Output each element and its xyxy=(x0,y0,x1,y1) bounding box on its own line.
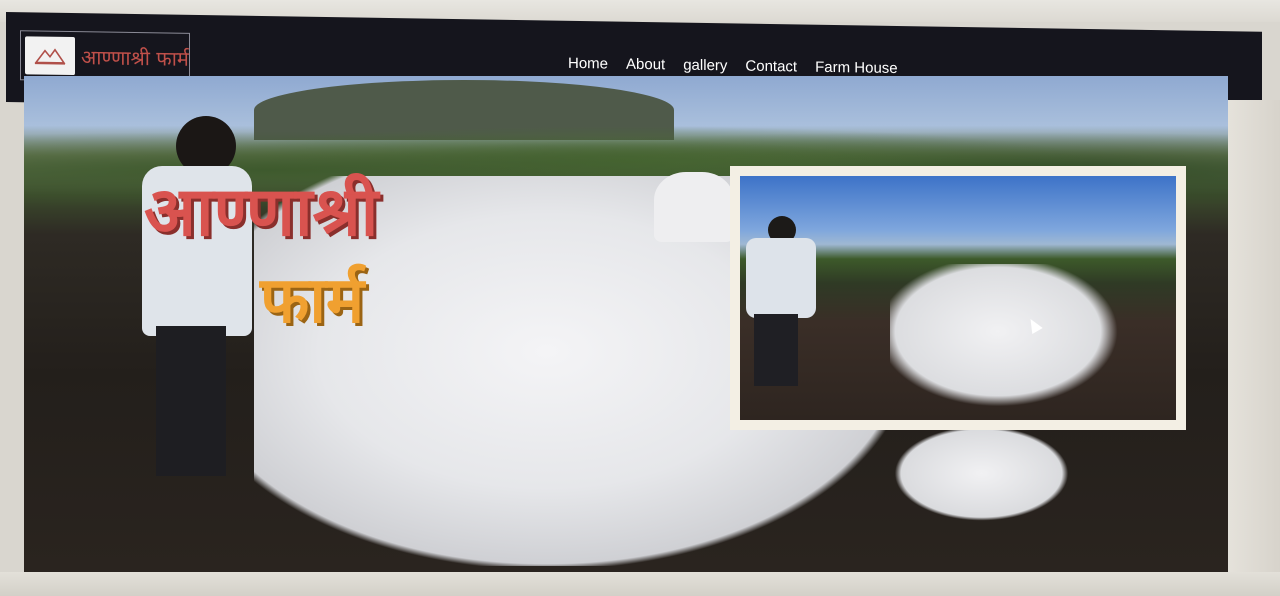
nav-contact[interactable]: Contact xyxy=(745,58,797,76)
hero-ox-head xyxy=(894,426,1069,521)
brand-name: आण्णाश्री फार्म xyxy=(81,44,189,71)
hero-title-line1: आण्णाश्री xyxy=(144,173,379,252)
nav-home[interactable]: Home xyxy=(568,55,608,73)
brand[interactable]: आण्णाश्री फार्म xyxy=(20,30,190,83)
nav-gallery[interactable]: gallery xyxy=(683,57,727,75)
farmer-ploughing-photo xyxy=(740,176,1176,420)
inset-farmer xyxy=(746,216,816,386)
farm-logo-icon xyxy=(25,36,75,76)
hero-title-line2: फार्म xyxy=(260,264,365,338)
page-bottom-strip xyxy=(0,572,1280,596)
nav-about[interactable]: About xyxy=(626,56,665,74)
hero-ox-hump xyxy=(654,172,734,242)
inset-photo-frame xyxy=(730,166,1186,430)
main-nav: Home About gallery Contact Farm House xyxy=(568,55,898,77)
monitor-bezel-right xyxy=(1228,100,1280,572)
nav-farm-house[interactable]: Farm House xyxy=(815,59,898,77)
inset-ox xyxy=(890,264,1130,414)
